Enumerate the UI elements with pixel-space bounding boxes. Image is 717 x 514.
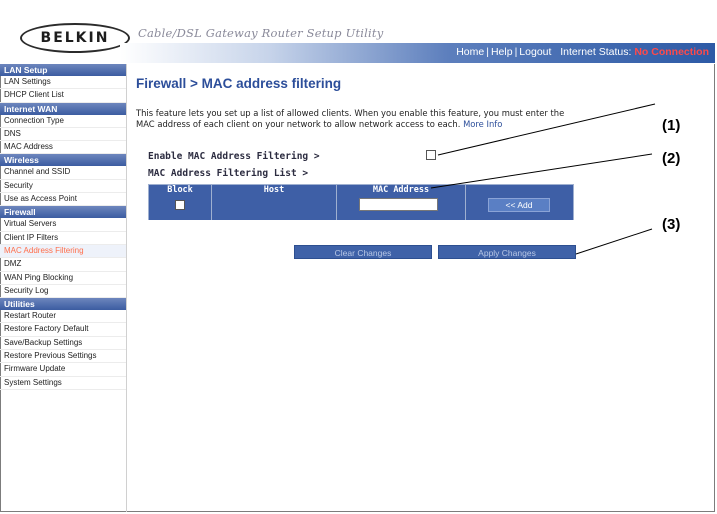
callout-label-2: (2) bbox=[662, 150, 681, 167]
callout-label-1: (1) bbox=[662, 117, 681, 134]
callout-line-2 bbox=[430, 153, 653, 189]
callout-lines bbox=[430, 103, 656, 255]
callout-label-3: (3) bbox=[662, 216, 681, 233]
callout-line-3 bbox=[575, 228, 653, 255]
callout-line-1 bbox=[437, 103, 656, 156]
